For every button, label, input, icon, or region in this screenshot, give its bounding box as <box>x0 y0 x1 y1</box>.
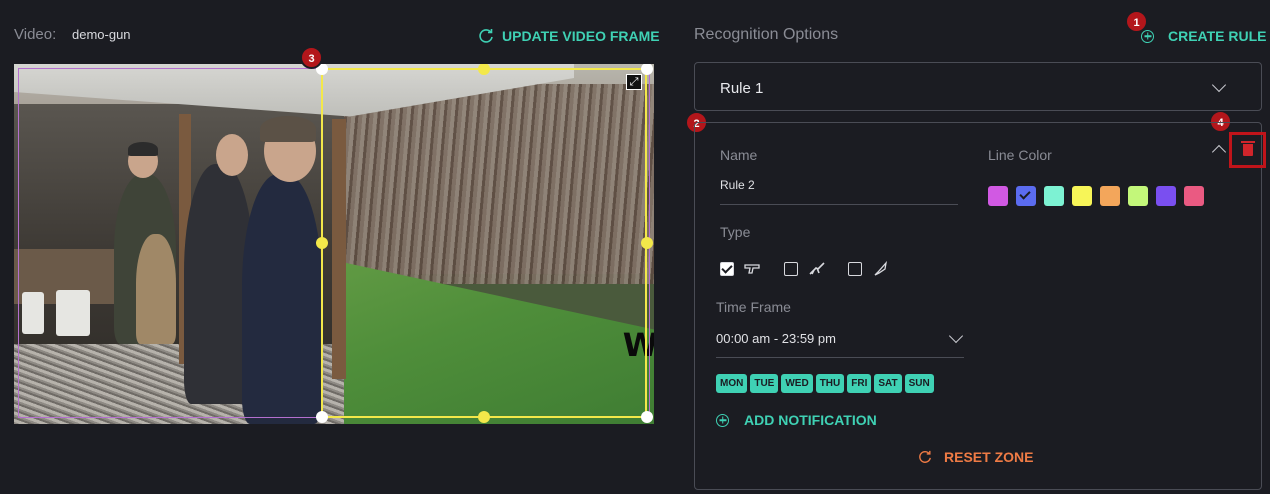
color-swatch-7[interactable] <box>1156 186 1176 206</box>
zone-outline-yellow[interactable] <box>321 68 647 418</box>
video-name: demo-gun <box>72 27 131 42</box>
day-toggle-wed[interactable]: WED <box>781 374 813 393</box>
rule-accordion-2: Name Rule 2 Line Color Type Time Frame 0… <box>694 122 1266 490</box>
name-label: Name <box>720 147 758 163</box>
color-swatch-5[interactable] <box>1100 186 1120 206</box>
zone-handle-bottom-left[interactable] <box>316 411 328 423</box>
type-label: Type <box>720 224 751 240</box>
line-color-label: Line Color <box>988 147 1052 163</box>
reset-zone-button[interactable]: RESET ZONE <box>918 449 1033 465</box>
add-circle-icon <box>1141 29 1154 43</box>
color-swatch-4[interactable] <box>1072 186 1092 206</box>
zone-handle-middle-left[interactable] <box>316 237 328 249</box>
update-video-frame-button[interactable]: UPDATE VIDEO FRAME <box>478 28 660 44</box>
chevron-down-icon[interactable] <box>948 328 964 344</box>
rifle-icon <box>809 262 825 275</box>
color-swatch-3[interactable] <box>1044 186 1064 206</box>
chevron-up-icon[interactable] <box>1211 144 1227 160</box>
color-swatch-6[interactable] <box>1128 186 1148 206</box>
type-checkbox-rifle[interactable] <box>784 262 798 276</box>
time-frame-select[interactable]: 00:00 am - 23:59 pm <box>716 331 836 346</box>
zone-handle-middle-right[interactable] <box>641 237 653 249</box>
color-swatch-1[interactable] <box>988 186 1008 206</box>
rule-accordion-1[interactable]: Rule 1 <box>694 62 1262 111</box>
zone-handle-bottom-right[interactable] <box>641 411 653 423</box>
day-toggle-thu[interactable]: THU <box>815 374 845 393</box>
day-toggle-sat[interactable]: SAT <box>874 374 902 393</box>
rule-name-input[interactable]: Rule 2 <box>720 178 755 192</box>
time-frame-underline <box>716 357 964 358</box>
video-label: Video: <box>14 26 57 43</box>
delete-rule-button[interactable] <box>1229 132 1266 168</box>
time-frame-label: Time Frame <box>716 299 791 315</box>
type-checkbox-pistol[interactable] <box>720 262 734 276</box>
chevron-down-icon[interactable] <box>1211 77 1227 93</box>
refresh-icon <box>479 29 493 43</box>
add-notification-button[interactable]: ADD NOTIFICATION <box>716 412 877 428</box>
color-swatch-2[interactable] <box>1016 186 1036 206</box>
trash-icon <box>1240 141 1255 156</box>
weapon-type-options <box>720 261 902 277</box>
line-color-swatches <box>988 186 1204 206</box>
add-notification-label: ADD NOTIFICATION <box>744 412 877 428</box>
day-toggle-mon[interactable]: MON <box>716 374 748 393</box>
day-toggles: MON TUE WED THU FRI SAT SUN <box>716 374 934 393</box>
create-rule-button[interactable]: CREATE RULE <box>1141 28 1267 44</box>
reset-zone-label: RESET ZONE <box>944 449 1034 465</box>
knife-icon <box>874 261 887 276</box>
check-icon <box>1019 188 1031 200</box>
fullscreen-icon[interactable]: ⤢ <box>626 74 642 90</box>
day-toggle-tue[interactable]: TUE <box>750 374 779 393</box>
day-toggle-sun[interactable]: SUN <box>904 374 934 393</box>
video-frame[interactable]: W ⤢ <box>14 64 654 424</box>
color-swatch-8[interactable] <box>1184 186 1204 206</box>
zone-handle-bottom-middle[interactable] <box>478 411 490 423</box>
annotation-marker-3: 3 <box>300 46 323 69</box>
recognition-options-title: Recognition Options <box>694 26 839 43</box>
update-video-frame-label: UPDATE VIDEO FRAME <box>502 28 660 44</box>
create-rule-label: CREATE RULE <box>1168 28 1267 44</box>
rule-name-underline <box>720 204 958 205</box>
type-checkbox-knife[interactable] <box>848 262 862 276</box>
refresh-icon <box>919 450 931 463</box>
pistol-icon <box>744 264 760 274</box>
add-circle-icon <box>716 413 729 427</box>
rule-title: Rule 1 <box>720 80 764 97</box>
day-toggle-fri[interactable]: FRI <box>847 374 872 393</box>
